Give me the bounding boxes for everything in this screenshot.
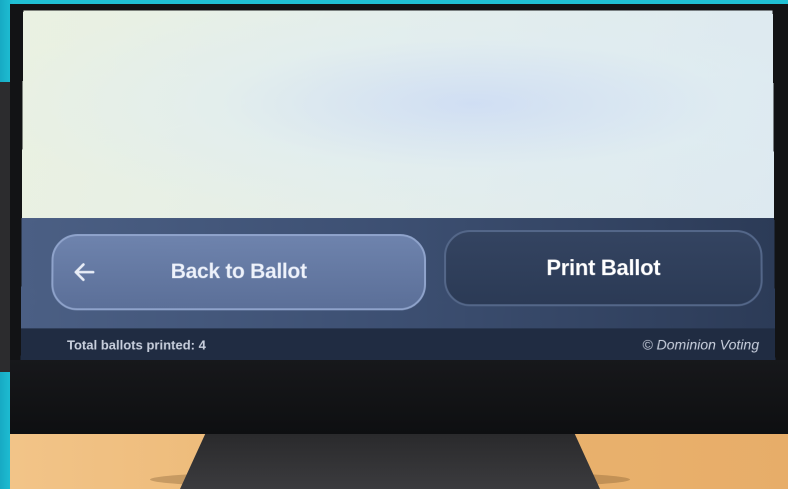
arrow-left-icon <box>71 259 97 285</box>
back-to-ballot-label: Back to Ballot <box>171 260 307 284</box>
screen-content-area <box>22 11 774 218</box>
back-to-ballot-button[interactable]: Back to Ballot <box>51 234 426 310</box>
print-ballot-button[interactable]: Print Ballot <box>444 230 763 306</box>
monitor-stand <box>180 434 600 489</box>
monitor-bezel <box>10 360 788 434</box>
total-ballots-printed: Total ballots printed: 4 <box>67 337 206 352</box>
print-ballot-label: Print Ballot <box>546 255 660 281</box>
voting-machine-monitor: Back to Ballot Print Ballot Total ballot… <box>10 4 788 434</box>
status-bar: Total ballots printed: 4 © Dominion Voti… <box>21 328 776 360</box>
action-bar: Back to Ballot Print Ballot <box>21 218 775 328</box>
copyright-text: © Dominion Voting <box>642 336 759 352</box>
touch-screen: Back to Ballot Print Ballot Total ballot… <box>21 11 776 361</box>
